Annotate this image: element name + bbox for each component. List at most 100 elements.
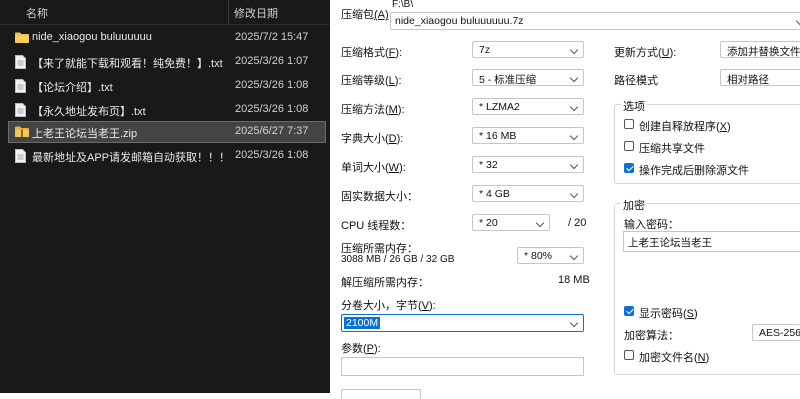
text-file-icon <box>15 79 26 93</box>
file-row[interactable]: nide_xiaogou buluuuuuu 2025/7/2 15:47 <box>8 27 326 49</box>
file-date: 2025/3/26 1:08 <box>235 149 309 161</box>
options-group-title: 选项 <box>621 98 647 114</box>
encryption-method-label: 加密算法： <box>624 330 679 342</box>
column-date-header[interactable]: 修改日期 <box>234 5 278 21</box>
memory-compress-detail: 3088 MB / 26 GB / 32 GB <box>341 254 455 265</box>
level-value: 5 - 标准压缩 <box>479 74 537 86</box>
cpu-threads-label: CPU 线程数： <box>341 220 412 232</box>
file-name: 【来了就能下载和观看！纯免费！】.txt <box>32 58 223 70</box>
split-volume-label: 分卷大小，字节(V): <box>341 300 436 312</box>
cpu-threads-combo[interactable]: * 20 <box>472 214 550 231</box>
checkbox-checked-icon <box>624 163 634 173</box>
split-volume-value: 2100M <box>344 317 381 329</box>
column-header: 名称 修改日期 <box>0 0 330 25</box>
format-combo[interactable]: 7z <box>472 41 584 58</box>
level-combo[interactable]: 5 - 标准压缩 <box>472 69 584 86</box>
cpu-threads-value: * 20 <box>479 217 498 229</box>
format-label: 压缩格式(F): <box>341 47 403 59</box>
text-file-icon <box>15 55 26 69</box>
memory-usage-value: * 80% <box>524 250 553 262</box>
split-volume-combo[interactable]: 2100M <box>341 314 584 332</box>
file-date: 2025/7/2 15:47 <box>235 31 309 43</box>
memory-decompress-value: 18 MB <box>558 274 590 286</box>
method-value: * LZMA2 <box>479 101 520 113</box>
word-size-label: 单词大小(W): <box>341 162 406 174</box>
chevron-down-icon <box>535 218 545 228</box>
chevron-down-icon <box>569 45 579 55</box>
file-row-selected[interactable]: 上老王论坛当老王.zip 2025/6/27 7:37 <box>8 121 326 143</box>
file-name: 最新地址及APP请发邮箱自动获取！！！.... <box>32 152 230 164</box>
text-file-icon <box>15 149 26 163</box>
delete-after-label: 操作完成后删除源文件 <box>639 165 749 177</box>
file-row[interactable]: 最新地址及APP请发邮箱自动获取！！！.... 2025/3/26 1:08 <box>8 145 326 167</box>
file-explorer-pane: 名称 修改日期 nide_xiaogou buluuuuuu 2025/7/2 … <box>0 0 330 393</box>
file-name: 上老王论坛当老王.zip <box>32 128 138 140</box>
create-sfx-checkbox[interactable]: 创建自释放程序(X) <box>624 118 800 133</box>
file-date: 2025/6/27 7:37 <box>235 125 309 137</box>
format-value: 7z <box>479 44 491 56</box>
delete-after-checkbox[interactable]: 操作完成后删除源文件 <box>624 162 800 177</box>
file-date: 2025/3/26 1:07 <box>235 55 309 67</box>
file-name: nide_xiaogou buluuuuuu <box>32 31 152 43</box>
zip-file-icon <box>15 126 29 137</box>
cpu-threads-total: / 20 <box>568 217 587 229</box>
update-mode-combo[interactable]: 添加并替换文件 <box>720 41 800 58</box>
file-row[interactable]: 【永久地址发布页】.txt 2025/3/26 1:08 <box>8 99 326 121</box>
word-size-combo[interactable]: * 32 <box>472 156 584 173</box>
create-sfx-label: 创建自释放程序(X) <box>639 121 731 133</box>
checkbox-box <box>624 141 634 151</box>
file-date: 2025/3/26 1:08 <box>235 79 309 91</box>
memory-usage-combo[interactable]: * 80% <box>517 247 584 264</box>
archive-label: 压缩包(A) <box>341 9 389 21</box>
encryption-method-combo[interactable]: AES-256 <box>752 324 800 341</box>
chevron-down-icon <box>569 131 579 141</box>
password-value: 上老王论坛当老王 <box>628 237 712 249</box>
options-button[interactable] <box>341 389 421 399</box>
show-password-label: 显示密码(S) <box>639 308 698 320</box>
memory-decompress-label: 解压缩所需内存： <box>341 277 429 289</box>
method-combo[interactable]: * LZMA2 <box>472 98 584 115</box>
chevron-down-icon <box>569 251 579 261</box>
checkbox-box <box>624 350 634 360</box>
dictionary-value: * 16 MB <box>479 130 517 142</box>
column-name-header[interactable]: 名称 <box>26 5 48 21</box>
parameters-label: 参数(P): <box>341 343 381 355</box>
parameters-input[interactable] <box>341 357 584 376</box>
file-name: 【永久地址发布页】.txt <box>32 106 146 118</box>
word-size-value: * 32 <box>479 159 498 171</box>
file-row[interactable]: 【来了就能下载和观看！纯免费！】.txt 2025/3/26 1:07 <box>8 51 326 73</box>
archive-path: F:\B\ <box>392 0 414 10</box>
file-name: 【论坛介绍】.txt <box>32 82 113 94</box>
compress-shared-checkbox[interactable]: 压缩共享文件 <box>624 140 800 155</box>
chevron-down-icon <box>569 160 579 170</box>
file-row[interactable]: 【论坛介绍】.txt 2025/3/26 1:08 <box>8 75 326 97</box>
solid-block-combo[interactable]: * 4 GB <box>472 185 584 202</box>
encrypt-filenames-label: 加密文件名(N) <box>639 352 710 364</box>
archive-name-combo[interactable]: nide_xiaogou buluuuuuu.7z <box>390 12 800 30</box>
compress-shared-label: 压缩共享文件 <box>639 143 705 155</box>
file-date: 2025/3/26 1:08 <box>235 103 309 115</box>
chevron-down-icon[interactable] <box>795 16 800 26</box>
checkbox-box <box>624 119 634 129</box>
chevron-down-icon <box>569 102 579 112</box>
path-mode-combo[interactable]: 相对路径 <box>720 69 800 86</box>
dictionary-combo[interactable]: * 16 MB <box>472 127 584 144</box>
chevron-down-icon <box>569 73 579 83</box>
folder-icon <box>15 32 29 43</box>
password-input[interactable]: 上老王论坛当老王 <box>623 231 800 252</box>
dictionary-label: 字典大小(D): <box>341 133 404 145</box>
solid-block-label: 固实数据大小： <box>341 191 418 203</box>
text-file-icon <box>15 103 26 117</box>
method-label: 压缩方法(M): <box>341 104 405 116</box>
update-mode-label: 更新方式(U): <box>614 47 677 59</box>
encrypt-filenames-checkbox[interactable]: 加密文件名(N) <box>624 349 800 364</box>
chevron-down-icon <box>569 318 579 328</box>
show-password-checkbox[interactable]: 显示密码(S) <box>624 305 800 320</box>
level-label: 压缩等级(L): <box>341 75 402 87</box>
column-divider[interactable] <box>228 0 229 24</box>
add-to-archive-dialog: 压缩包(A) F:\B\ nide_xiaogou buluuuuuu.7z 压… <box>330 0 800 399</box>
path-mode-value: 相对路径 <box>727 74 769 86</box>
path-mode-label: 路径模式 <box>614 75 658 87</box>
solid-block-value: * 4 GB <box>479 188 510 200</box>
archive-name-value: nide_xiaogou buluuuuuu.7z <box>395 15 524 27</box>
